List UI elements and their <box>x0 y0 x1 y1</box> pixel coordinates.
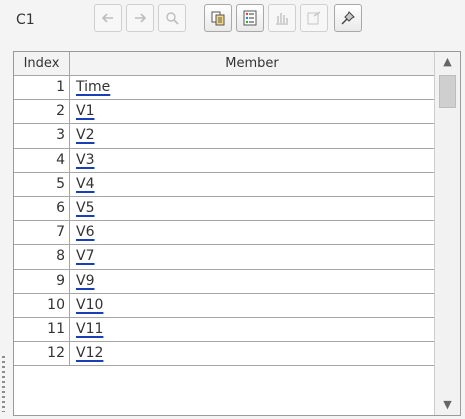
member-column-header[interactable]: Member <box>70 52 434 75</box>
table-row[interactable]: 5 V4 <box>14 172 434 197</box>
table-body: 1 Time 2 V1 3 V2 4 V3 5 V4 6 V5 7 V6 8 V7 9 V9 10 V10 11 V11 1… <box>14 76 434 367</box>
member-link[interactable]: V1 <box>76 100 94 123</box>
member-link[interactable]: V9 <box>76 270 94 293</box>
members-table: Index Member 1 Time 2 V1 3 V2 4 V3 5 V4 6 V5 7 V6 8 V7 9… <box>13 51 461 416</box>
table-row[interactable]: 7 V6 <box>14 221 434 246</box>
member-link[interactable]: V10 <box>76 294 103 317</box>
forward-arrow-icon <box>135 13 147 23</box>
panel-title: C1 <box>16 12 35 28</box>
row-index: 7 <box>14 221 70 245</box>
row-index: 10 <box>14 293 70 317</box>
member-link[interactable]: V4 <box>76 173 94 196</box>
table-row[interactable]: 8 V7 <box>14 245 434 270</box>
back-button[interactable] <box>94 4 122 32</box>
member-link[interactable]: Time <box>76 76 110 99</box>
list-view-icon <box>243 10 257 26</box>
table-row[interactable]: 10 V10 <box>14 293 434 318</box>
table-header: Index Member <box>14 52 434 76</box>
properties-button[interactable] <box>300 4 328 32</box>
scroll-up-arrow-icon[interactable]: ▲ <box>435 52 460 72</box>
row-index: 5 <box>14 172 70 196</box>
properties-icon <box>307 11 321 25</box>
index-column-header[interactable]: Index <box>14 52 70 75</box>
table-row[interactable]: 2 V1 <box>14 100 434 125</box>
table-row[interactable]: 3 V2 <box>14 124 434 149</box>
scroll-thumb[interactable] <box>439 75 456 108</box>
chart-icon <box>276 13 288 25</box>
row-index: 8 <box>14 245 70 269</box>
inspect-icon <box>166 12 179 25</box>
row-index: 3 <box>14 124 70 148</box>
row-index: 9 <box>14 269 70 293</box>
inspect-button[interactable] <box>158 4 186 32</box>
row-index: 4 <box>14 148 70 172</box>
member-link[interactable]: V6 <box>76 221 94 244</box>
table-row[interactable]: 11 V11 <box>14 317 434 343</box>
pin-icon <box>341 11 355 25</box>
member-link[interactable]: V12 <box>76 342 103 365</box>
row-index: 6 <box>14 196 70 221</box>
table-row[interactable]: 1 Time <box>14 76 434 101</box>
table-row[interactable]: 4 V3 <box>14 148 434 173</box>
copy-icon <box>211 11 225 26</box>
back-arrow-icon <box>101 13 113 23</box>
row-index: 2 <box>14 100 70 124</box>
member-link[interactable]: V7 <box>76 245 94 268</box>
resize-grip[interactable] <box>2 356 5 412</box>
member-link[interactable]: V5 <box>76 197 94 220</box>
member-link[interactable]: V2 <box>76 124 94 147</box>
scroll-down-arrow-icon[interactable]: ▼ <box>435 395 460 415</box>
forward-button[interactable] <box>126 4 154 32</box>
copy-button[interactable] <box>204 4 232 32</box>
row-index: 1 <box>14 76 70 100</box>
table-row[interactable]: 12 V12 <box>14 342 434 367</box>
chart-button[interactable] <box>268 4 296 32</box>
row-index: 11 <box>14 317 70 342</box>
pin-button[interactable] <box>334 4 362 32</box>
row-index: 12 <box>14 342 70 366</box>
list-view-button[interactable] <box>236 4 264 32</box>
member-link[interactable]: V3 <box>76 149 94 172</box>
table-row[interactable]: 6 V5 <box>14 196 434 222</box>
table-row[interactable]: 9 V9 <box>14 269 434 294</box>
vertical-scrollbar[interactable]: ▲ ▼ <box>434 52 460 415</box>
member-link[interactable]: V11 <box>76 318 103 341</box>
variable-panel: C1 Index Member 1 Time 2 V1 3 V2 4 V3 5 … <box>0 0 465 419</box>
